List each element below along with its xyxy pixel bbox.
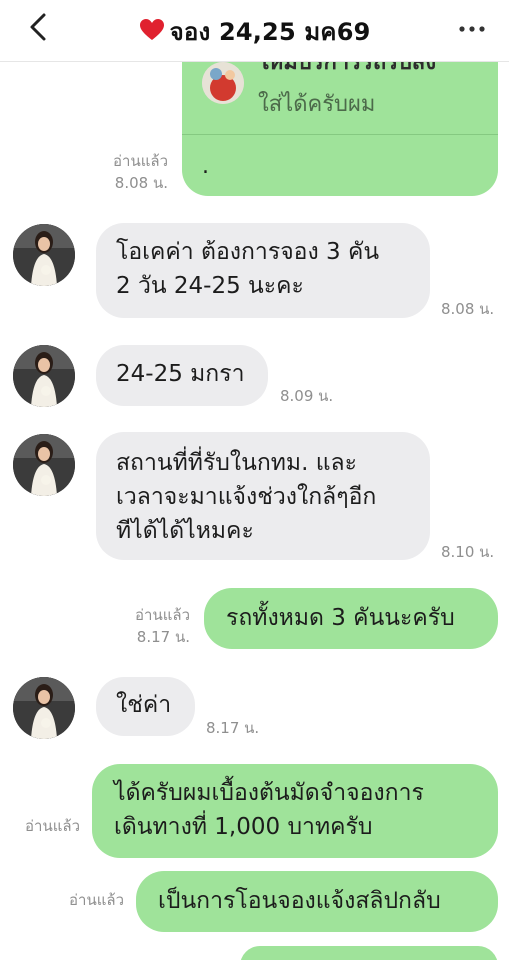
message-text-line: รถทั้งหมด 3 คันนะครับ <box>226 605 455 631</box>
incoming-message-bubble[interactable]: สถานที่ที่รับในกทม. และ เวลาจะมาแจ้งช่วง… <box>96 432 430 560</box>
message-text-line: 2 วัน 24-25 นะคะ <box>116 273 304 299</box>
message-time: 8.10 น. <box>441 543 495 561</box>
outgoing-message-bubble[interactable]: รถทั้งหมด 3 คันนะครับ <box>204 588 498 649</box>
incoming-message-bubble[interactable]: โอเคค่า ต้องการจอง 3 คัน 2 วัน 24-25 นะค… <box>96 223 430 318</box>
message-text-line: เดินทางที่ 1,000 บาทครับ <box>114 814 373 840</box>
contact-avatar[interactable] <box>13 677 75 739</box>
message-text-line: 24-25 มกรา <box>116 361 245 387</box>
message-time: 8.08 น. <box>114 174 168 192</box>
read-receipt: อ่านแล้ว <box>25 817 80 835</box>
message-text-line: เวลาจะมาแจ้งช่วงใกล้ๆอีก <box>116 484 377 510</box>
message-time: 8.09 น. <box>280 387 334 405</box>
message-time: 8.17 น. <box>136 628 190 646</box>
message-time: 8.08 น. <box>441 300 495 318</box>
message-text-line: สถานที่ที่รับในกทม. และ <box>116 450 357 476</box>
chat-header: จอง 24,25 มค69 <box>0 0 509 62</box>
incoming-message-bubble[interactable]: 24-25 มกรา <box>96 345 268 406</box>
message-text-line: ใช่ค่า <box>116 692 172 718</box>
outgoing-message-bubble[interactable] <box>240 946 498 960</box>
message-text-line: ได้ครับผมเบื้องต้นมัดจำจองการ <box>114 780 424 806</box>
card-thumbnail <box>202 62 244 104</box>
heart-icon <box>139 18 165 42</box>
message-text-line: โอเคค่า ต้องการจอง 3 คัน <box>116 239 380 265</box>
chat-title-group[interactable]: จอง 24,25 มค69 <box>0 12 509 51</box>
incoming-message-bubble[interactable]: ใช่ค่า <box>96 677 195 736</box>
message-time: 8.17 น. <box>206 719 260 737</box>
read-receipt: อ่านแล้ว <box>113 152 168 170</box>
outgoing-message-bubble[interactable]: เป็นการโอนจองแจ้งสลิปกลับ <box>136 871 498 932</box>
message-meta: อ่านแล้ว 8.17 น. <box>116 604 190 648</box>
chat-message-area[interactable]: ใหม่บริการรถรับส่ง ใส่ได้ครับผม . อ่านแล… <box>0 0 509 960</box>
message-text-line: ทีได้ได้ไหมคะ <box>116 518 254 544</box>
shared-post-card[interactable]: ใหม่บริการรถรับส่ง ใส่ได้ครับผม . <box>182 40 498 196</box>
contact-avatar[interactable] <box>13 224 75 286</box>
read-receipt: อ่านแล้ว <box>135 606 190 624</box>
card-text: . <box>202 154 209 179</box>
chat-title: จอง 24,25 มค69 <box>169 18 371 46</box>
outgoing-message-bubble[interactable]: ได้ครับผมเบื้องต้นมัดจำจองการ เดินทางที่… <box>92 764 498 858</box>
contact-avatar[interactable] <box>13 434 75 496</box>
message-text-line: เป็นการโอนจองแจ้งสลิปกลับ <box>158 888 441 914</box>
contact-avatar[interactable] <box>13 345 75 407</box>
card-subtitle: ใส่ได้ครับผม <box>258 92 376 117</box>
read-receipt: อ่านแล้ว <box>69 891 124 909</box>
more-horizontal-icon[interactable] <box>457 20 487 32</box>
card-divider <box>182 134 498 135</box>
message-meta: อ่านแล้ว 8.08 น. <box>96 150 168 194</box>
